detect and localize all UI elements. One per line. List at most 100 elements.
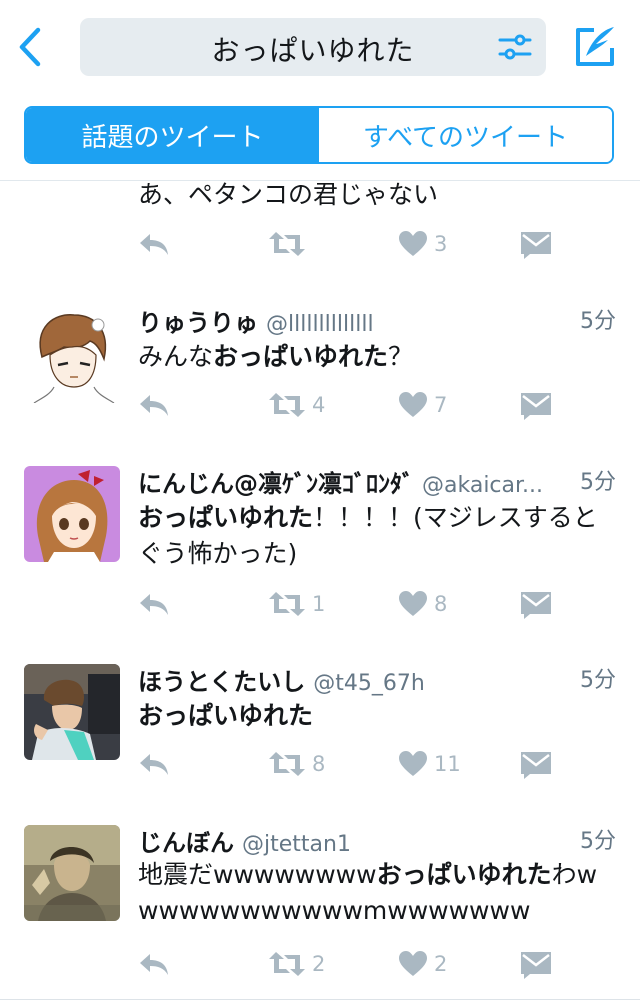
heart-icon xyxy=(399,591,427,616)
like-count: 2 xyxy=(434,952,448,976)
retweet-count: 1 xyxy=(312,592,326,616)
tweet-header: にんじん@凛ｹﾞﾝ凛ｺﾞﾛﾝﾀﾞ @akaicar... 5分 xyxy=(138,464,616,498)
user-handle[interactable]: @akaicar... xyxy=(422,473,543,498)
reply-icon xyxy=(140,954,168,975)
envelope-icon xyxy=(521,393,551,420)
tweet-text-part: ？ xyxy=(388,342,414,371)
heart-icon xyxy=(399,231,427,256)
heart-icon xyxy=(399,951,427,976)
tweet-text-part: あ、ペタンコの君じゃない xyxy=(138,180,439,209)
envelope-icon xyxy=(521,232,551,259)
like-button[interactable]: 2 xyxy=(398,947,447,981)
tweet-actions: 3 xyxy=(138,227,558,261)
tweet-text-bold: おっぱいゆれた xyxy=(138,701,314,730)
envelope-icon xyxy=(521,752,551,779)
tweet-time: 5分 xyxy=(574,662,616,694)
tweet[interactable]: にんじん@凛ｹﾞﾝ凛ｺﾞﾛﾝﾀﾞ @akaicar... 5分 おっぱいゆれた！！… xyxy=(0,442,640,641)
reply-icon xyxy=(140,754,168,775)
tweet-actions: 2 2 xyxy=(138,947,558,981)
reply-button[interactable] xyxy=(138,388,170,422)
reply-button[interactable] xyxy=(138,747,170,781)
like-button[interactable]: 8 xyxy=(398,587,447,621)
message-button[interactable] xyxy=(520,227,552,261)
reply-button[interactable] xyxy=(138,587,170,621)
message-button[interactable] xyxy=(520,587,552,621)
top-bar: おっぱいゆれた 話題のツイート すべてのツイート xyxy=(0,0,640,180)
like-button[interactable]: 7 xyxy=(398,388,447,422)
compose-button[interactable] xyxy=(572,24,618,70)
reply-icon xyxy=(140,395,168,416)
like-button[interactable]: 11 xyxy=(398,747,461,781)
compose-feather-icon xyxy=(576,27,614,66)
like-count: 3 xyxy=(434,232,448,256)
tweet-text: みんなおっぱいゆれた？ xyxy=(138,339,600,375)
tweet-header: じんぼん @jtettan1 5分 xyxy=(138,823,616,857)
reply-icon xyxy=(140,234,168,255)
tweet-actions: 4 7 xyxy=(138,388,558,422)
avatar[interactable] xyxy=(24,825,120,921)
avatar[interactable] xyxy=(24,307,120,403)
tweet-text: 地震だwwwwwwwwおっぱいゆれたわwwwwwwwwwwwwmwwwwwww xyxy=(138,857,600,929)
tweet-text-part: みんな xyxy=(138,342,214,371)
retweet-button[interactable] xyxy=(268,227,312,261)
user-handle[interactable]: @jtettan1 xyxy=(242,832,351,857)
reply-button[interactable] xyxy=(138,947,170,981)
tweet[interactable]: ほうとくたいし @t45_67h 5分 おっぱいゆれた 8 11 xyxy=(0,640,640,802)
retweet-button[interactable]: 2 xyxy=(268,947,325,981)
retweet-icon xyxy=(269,592,305,616)
chevron-left-icon xyxy=(19,27,41,67)
retweet-button[interactable]: 8 xyxy=(268,747,325,781)
retweet-count: 8 xyxy=(312,752,326,776)
search-query[interactable]: おっぱいゆれた xyxy=(80,29,546,69)
tweet-text: おっぱいゆれた xyxy=(138,698,600,734)
like-button[interactable]: 3 xyxy=(398,227,447,261)
avatar[interactable] xyxy=(24,466,120,562)
search-field[interactable]: おっぱいゆれた xyxy=(80,18,546,76)
retweet-icon xyxy=(269,232,305,256)
tweet-actions: 8 11 xyxy=(138,747,558,781)
user-name[interactable]: ほうとくたいし xyxy=(138,668,305,696)
retweet-icon xyxy=(269,952,305,976)
tweet-time: 5分 xyxy=(574,823,616,855)
user-handle[interactable]: @t45_67h xyxy=(313,671,425,696)
like-count: 7 xyxy=(434,393,448,417)
tweet-time: 5分 xyxy=(574,303,616,335)
tweet[interactable]: じんぼん @jtettan1 5分 地震だwwwwwwwwおっぱいゆれたわwwww… xyxy=(0,801,640,1000)
tweet[interactable]: りゅうりゅ @llllllllllllll 5分 みんなおっぱいゆれた？ 4 7 xyxy=(0,281,640,443)
heart-icon xyxy=(399,392,427,417)
retweet-button[interactable]: 4 xyxy=(268,388,325,422)
filter-icon[interactable] xyxy=(498,32,532,62)
user-name[interactable]: にんじん@凛ｹﾞﾝ凛ｺﾞﾛﾝﾀﾞ xyxy=(138,470,414,498)
retweet-button[interactable]: 1 xyxy=(268,587,325,621)
tweet-text-part: 地震だwwwwwwww xyxy=(138,860,377,889)
user-name[interactable]: りゅうりゅ xyxy=(138,309,258,337)
message-button[interactable] xyxy=(520,388,552,422)
envelope-icon xyxy=(521,592,551,619)
retweet-icon xyxy=(269,393,305,417)
tweet[interactable]: あ、ペタンコの君じゃない 3 xyxy=(0,180,640,282)
message-button[interactable] xyxy=(520,947,552,981)
retweet-count: 2 xyxy=(312,952,326,976)
reply-button[interactable] xyxy=(138,227,170,261)
tweet-text-bold: おっぱいゆれた xyxy=(138,503,314,532)
tweet-text: あ、ペタンコの君じゃない xyxy=(138,177,600,213)
tab-all-tweets[interactable]: すべてのツイート xyxy=(319,108,612,162)
tweet-text-bold: おっぱいゆれた xyxy=(376,860,552,889)
avatar[interactable] xyxy=(24,664,120,760)
retweet-count: 4 xyxy=(312,393,326,417)
tweet-time: 5分 xyxy=(574,464,616,496)
reply-icon xyxy=(140,594,168,615)
like-count: 11 xyxy=(434,752,461,776)
user-handle[interactable]: @llllllllllllll xyxy=(266,312,374,337)
tweet-header: ほうとくたいし @t45_67h 5分 xyxy=(138,662,616,696)
retweet-icon xyxy=(269,752,305,776)
message-button[interactable] xyxy=(520,747,552,781)
tweet-text-bold: おっぱいゆれた xyxy=(213,342,389,371)
user-name[interactable]: じんぼん xyxy=(138,829,234,857)
tab-top-tweets[interactable]: 話題のツイート xyxy=(26,108,319,162)
heart-icon xyxy=(399,751,427,776)
tweet-actions: 1 8 xyxy=(138,587,558,621)
tweet-text: おっぱいゆれた！！！！(マジレスするとぐう怖かった) xyxy=(138,500,600,572)
like-count: 8 xyxy=(434,592,448,616)
back-button[interactable] xyxy=(14,24,54,70)
